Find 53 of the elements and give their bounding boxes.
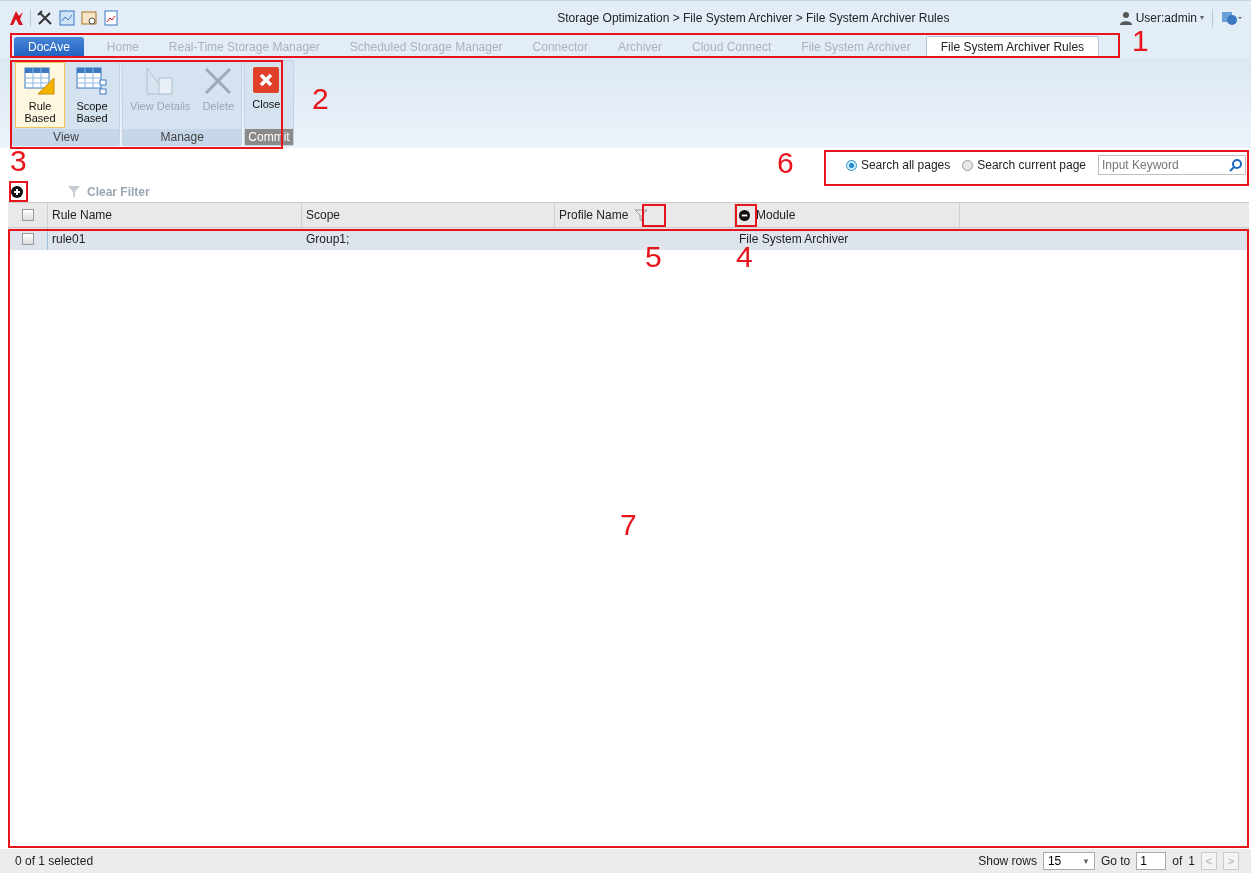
column-header[interactable]: Rule Name bbox=[52, 208, 113, 222]
search-option[interactable]: Search current page bbox=[962, 158, 1086, 172]
ribbon-button[interactable]: Scope Based bbox=[67, 62, 117, 128]
brand-tab[interactable]: DocAve bbox=[14, 37, 84, 58]
page-field[interactable]: 1 bbox=[1136, 852, 1167, 870]
filter-icon[interactable] bbox=[634, 208, 649, 222]
table-tree-icon bbox=[76, 66, 108, 96]
ribbon-button[interactable]: Rule Based bbox=[15, 62, 65, 128]
callout-frame bbox=[9, 181, 28, 202]
column-header[interactable]: Scope bbox=[306, 208, 341, 222]
radio-icon[interactable] bbox=[962, 159, 974, 171]
ribbon-button[interactable]: Close bbox=[247, 62, 286, 128]
close-icon bbox=[252, 66, 281, 94]
selection-count: 0 of 1 selected bbox=[15, 854, 95, 868]
callout-number: 3 bbox=[10, 148, 27, 174]
help-icon[interactable] bbox=[1221, 9, 1243, 26]
of-label: of bbox=[1172, 854, 1183, 868]
filter-icon bbox=[67, 184, 83, 200]
goto-label: Go to bbox=[1100, 854, 1131, 868]
logo-icon[interactable] bbox=[8, 9, 24, 26]
column-header[interactable]: Module bbox=[756, 208, 796, 222]
user-menu[interactable]: User:admin bbox=[1135, 10, 1197, 25]
callout-frame bbox=[642, 204, 666, 227]
radio-icon[interactable] bbox=[845, 159, 857, 171]
rows-dropdown[interactable]: 15 ▼ bbox=[1042, 852, 1095, 870]
callout-number: 6 bbox=[777, 150, 794, 176]
table-cell: File System Archiver bbox=[739, 232, 849, 246]
calendar-icon[interactable] bbox=[81, 9, 97, 26]
caret-icon[interactable]: ▾ bbox=[1200, 13, 1204, 22]
table-cell: rule01 bbox=[52, 232, 86, 246]
column-header[interactable]: Profile Name bbox=[559, 208, 629, 222]
table-ruler-icon bbox=[24, 66, 56, 96]
callout-number: 2 bbox=[312, 86, 329, 112]
remove-icon[interactable] bbox=[739, 209, 750, 221]
breadcrumb: Storage Optimization > File System Archiver > File System Archiver Rules bbox=[556, 10, 951, 25]
callout-number: 1 bbox=[1132, 28, 1149, 54]
table-cell: Group1; bbox=[306, 232, 350, 246]
show-rows-label: Show rows bbox=[978, 854, 1037, 868]
row-checkbox[interactable] bbox=[21, 233, 34, 245]
module-tab[interactable]: File System Archiver Rules bbox=[925, 36, 1100, 58]
user-icon bbox=[1118, 10, 1133, 25]
add-icon[interactable] bbox=[11, 186, 23, 198]
tools-icon[interactable] bbox=[37, 9, 53, 26]
page-count: 1 bbox=[1188, 854, 1195, 868]
group-label: View bbox=[13, 129, 119, 145]
group-label: Manage bbox=[123, 129, 242, 145]
callout-frame bbox=[735, 204, 757, 227]
report-icon[interactable] bbox=[103, 9, 119, 26]
search-field[interactable]: Input Keyword bbox=[1098, 155, 1246, 175]
search-option[interactable]: Search all pages bbox=[845, 158, 951, 172]
chart-icon[interactable] bbox=[59, 9, 75, 26]
callout-number: 7 bbox=[620, 512, 637, 538]
select-all-checkbox[interactable] bbox=[21, 209, 34, 221]
